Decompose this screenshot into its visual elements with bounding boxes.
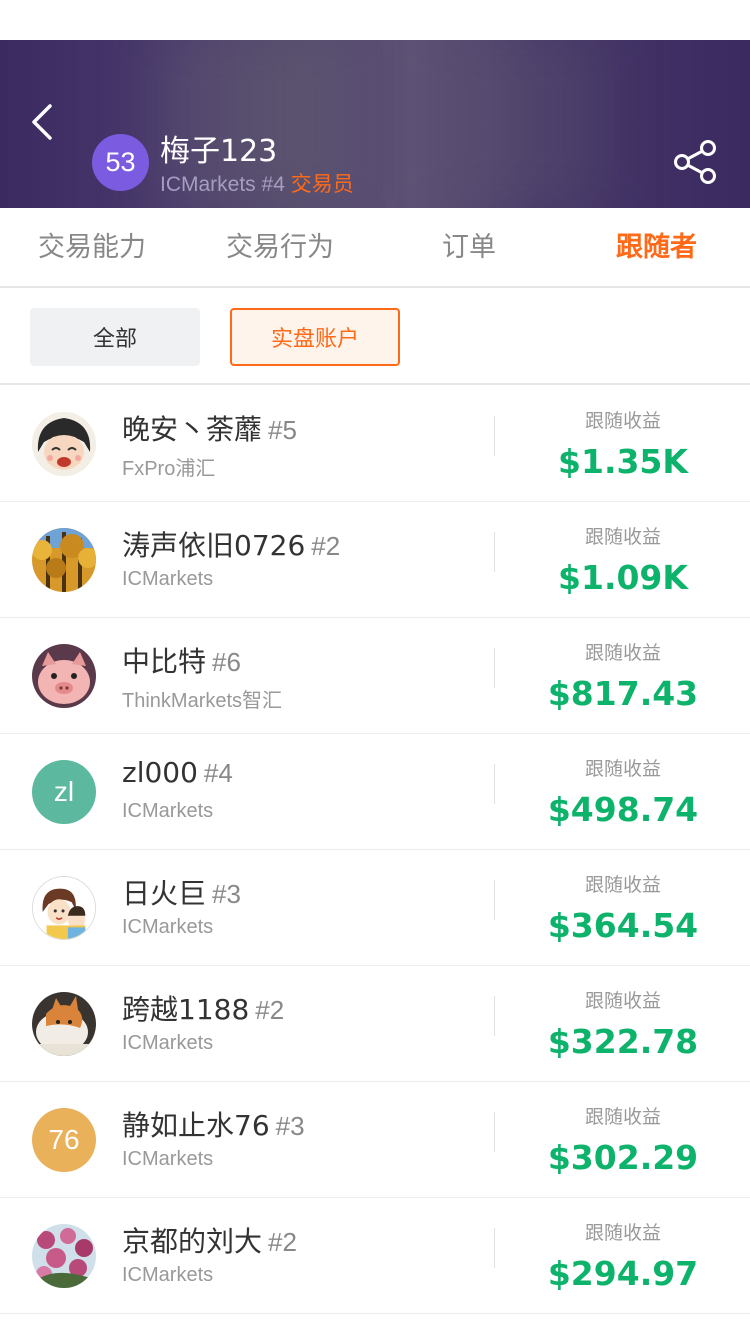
follower-name: 日火巨 #3 bbox=[122, 872, 241, 912]
share-button[interactable] bbox=[672, 140, 720, 184]
divider bbox=[494, 764, 495, 804]
filter-live-account-button[interactable]: 实盘账户 bbox=[230, 308, 400, 366]
photo-cartoon-icon bbox=[33, 877, 95, 939]
filter-row: 全部 实盘账户 bbox=[0, 290, 750, 385]
follower-name: 晚安丶荼蘼 #5 bbox=[122, 408, 297, 448]
follower-name-text: 中比特 bbox=[122, 645, 207, 678]
trader-avatar: 53 bbox=[92, 134, 149, 191]
follower-broker: ICMarkets bbox=[122, 1148, 214, 1170]
list-item[interactable]: 中比特 #6 ThinkMarkets智汇 跟随收益 $817.43 bbox=[0, 618, 750, 734]
follower-broker: ICMarkets bbox=[122, 916, 214, 938]
share-icon bbox=[674, 140, 716, 184]
avatar bbox=[32, 528, 96, 592]
earn-value: $1.35K bbox=[558, 442, 688, 481]
follower-name: 涛声依旧0726 #2 bbox=[122, 524, 340, 564]
back-button[interactable] bbox=[22, 98, 62, 146]
follower-rank: #5 bbox=[268, 415, 297, 445]
photo-girl-icon bbox=[32, 412, 96, 476]
tab-bar: 交易能力 交易行为 订单 跟随者 bbox=[0, 208, 750, 288]
trader-rank: #4 bbox=[261, 173, 285, 196]
divider bbox=[494, 996, 495, 1036]
tab-orders[interactable]: 订单 bbox=[442, 208, 496, 288]
follower-name-text: 京都的刘大 bbox=[122, 1225, 263, 1258]
earn-value: $302.29 bbox=[547, 1138, 699, 1177]
earn-value: $1.09K bbox=[558, 558, 688, 597]
follower-rank: #2 bbox=[255, 995, 285, 1025]
avatar bbox=[32, 1224, 96, 1288]
photo-pig-icon bbox=[32, 644, 96, 708]
earn-value: $294.97 bbox=[547, 1254, 699, 1293]
avatar: zl bbox=[32, 760, 96, 824]
follower-rank: #3 bbox=[212, 879, 241, 909]
trader-role: 交易员 bbox=[290, 173, 354, 196]
tab-followers[interactable]: 跟随者 bbox=[616, 208, 697, 288]
follower-name: 静如止水76 #3 bbox=[122, 1104, 305, 1144]
avatar bbox=[32, 644, 96, 708]
tab-trading-behavior[interactable]: 交易行为 bbox=[226, 208, 334, 288]
earn-label: 跟随收益 bbox=[584, 874, 661, 896]
earn-label: 跟随收益 bbox=[584, 1106, 661, 1128]
follower-rank: #2 bbox=[311, 531, 341, 561]
avatar bbox=[32, 412, 96, 476]
earn-label: 跟随收益 bbox=[584, 526, 661, 548]
divider bbox=[494, 1112, 495, 1152]
follower-list: 晚安丶荼蘼 #5 FxPro浦汇 跟随收益 $1.35K 涛声依旧0726 #2 I… bbox=[0, 386, 750, 1314]
earn-label: 跟随收益 bbox=[584, 1222, 661, 1244]
trader-subtitle: ICMarkets #4 交易员 bbox=[160, 168, 354, 198]
follower-rank: #3 bbox=[275, 1111, 305, 1141]
earn-value: $322.78 bbox=[547, 1022, 699, 1061]
follower-name: 京都的刘大 #2 bbox=[122, 1220, 297, 1260]
follower-broker: ICMarkets bbox=[122, 568, 214, 590]
earn-label: 跟随收益 bbox=[584, 410, 661, 432]
follower-broker: ThinkMarkets智汇 bbox=[122, 690, 283, 712]
follower-name-text: 涛声依旧0726 bbox=[122, 529, 306, 562]
earn-label: 跟随收益 bbox=[584, 758, 661, 780]
earn-label: 跟随收益 bbox=[584, 990, 661, 1012]
photo-forest-icon bbox=[32, 528, 96, 592]
follower-name-text: 跨越1188 bbox=[122, 993, 250, 1026]
follower-rank: #2 bbox=[268, 1227, 297, 1257]
divider bbox=[494, 416, 495, 456]
follower-name: 跨越1188 #2 bbox=[122, 988, 284, 1028]
list-item[interactable]: 76 静如止水76 #3 ICMarkets 跟随收益 $302.29 bbox=[0, 1082, 750, 1198]
follower-name-text: zl000 bbox=[122, 756, 198, 789]
list-item[interactable]: zl zl000 #4 ICMarkets 跟随收益 $498.74 bbox=[0, 734, 750, 850]
photo-cat-icon bbox=[32, 992, 96, 1056]
trader-name: 梅子123 bbox=[160, 134, 278, 169]
photo-flowers-icon bbox=[32, 1224, 96, 1288]
follower-rank: #4 bbox=[203, 758, 233, 788]
divider bbox=[494, 880, 495, 920]
avatar bbox=[32, 876, 96, 940]
follower-name: zl000 #4 bbox=[122, 756, 233, 789]
list-item[interactable]: 跨越1188 #2 ICMarkets 跟随收益 $322.78 bbox=[0, 966, 750, 1082]
list-item[interactable]: 涛声依旧0726 #2 ICMarkets 跟随收益 $1.09K bbox=[0, 502, 750, 618]
divider bbox=[494, 648, 495, 688]
follower-name: 中比特 #6 bbox=[122, 640, 241, 680]
chevron-left-icon bbox=[32, 104, 52, 140]
tab-trading-ability[interactable]: 交易能力 bbox=[38, 208, 146, 288]
list-item[interactable]: 日火巨 #3 ICMarkets 跟随收益 $364.54 bbox=[0, 850, 750, 966]
list-item[interactable]: 晚安丶荼蘼 #5 FxPro浦汇 跟随收益 $1.35K bbox=[0, 386, 750, 502]
earn-label: 跟随收益 bbox=[584, 642, 661, 664]
follower-broker: ICMarkets bbox=[122, 800, 214, 822]
follower-broker: FxPro浦汇 bbox=[122, 458, 216, 480]
status-bar bbox=[0, 0, 750, 40]
follower-name-text: 静如止水76 bbox=[122, 1109, 270, 1142]
earn-value: $498.74 bbox=[547, 790, 699, 829]
follower-broker: ICMarkets bbox=[122, 1264, 214, 1286]
divider bbox=[494, 532, 495, 572]
avatar bbox=[32, 992, 96, 1056]
earn-value: $364.54 bbox=[547, 906, 699, 945]
follower-rank: #6 bbox=[212, 647, 241, 677]
divider bbox=[494, 1228, 495, 1268]
avatar: 76 bbox=[32, 1108, 96, 1172]
follower-name-text: 晚安丶荼蘼 bbox=[122, 413, 263, 446]
earn-value: $817.43 bbox=[547, 674, 699, 713]
follower-name-text: 日火巨 bbox=[122, 877, 207, 910]
filter-all-button[interactable]: 全部 bbox=[30, 308, 200, 366]
trader-broker: ICMarkets bbox=[160, 173, 256, 196]
list-item[interactable]: 京都的刘大 #2 ICMarkets 跟随收益 $294.97 bbox=[0, 1198, 750, 1314]
follower-broker: ICMarkets bbox=[122, 1032, 214, 1054]
